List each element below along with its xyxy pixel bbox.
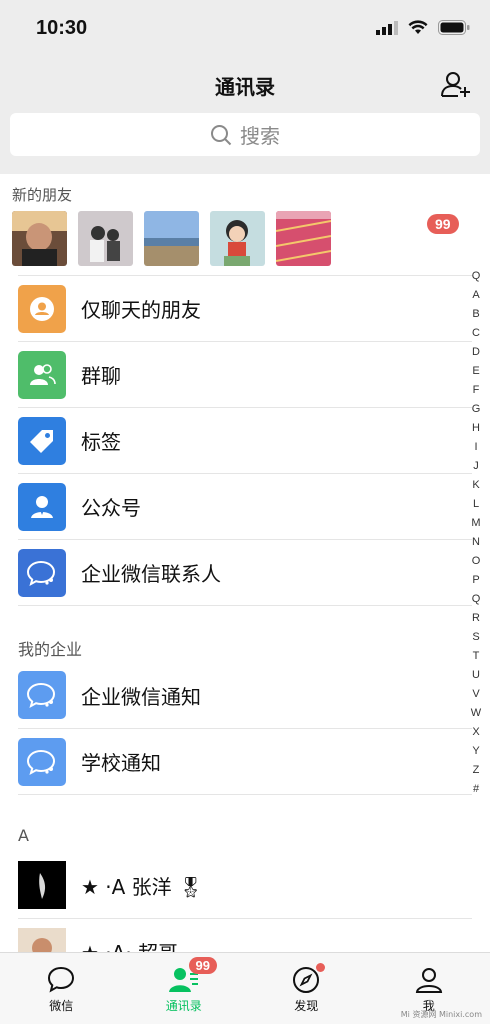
wifi-icon	[408, 20, 428, 34]
contact-row[interactable]: ★ ·A· 超哥	[18, 918, 472, 952]
person-icon	[415, 968, 442, 993]
search-icon	[211, 124, 232, 145]
index-letter[interactable]: X	[472, 723, 479, 742]
official-account-icon	[18, 482, 66, 531]
tab-label: 发现	[294, 999, 319, 1013]
index-letter[interactable]: L	[473, 495, 479, 514]
avatar	[18, 927, 66, 952]
index-letter[interactable]: W	[471, 704, 481, 723]
index-letter[interactable]: B	[472, 305, 479, 324]
search-placeholder: 搜索	[240, 124, 280, 148]
index-letter[interactable]: E	[472, 362, 479, 381]
index-letter[interactable]: O	[472, 552, 481, 571]
menu-group-chats[interactable]: 群聊	[18, 341, 472, 407]
menu-label: 企业微信通知	[81, 684, 201, 709]
index-letter[interactable]: C	[472, 324, 480, 343]
divider	[18, 794, 472, 795]
index-letter[interactable]: F	[473, 381, 480, 400]
new-friends-avatars[interactable]	[12, 211, 331, 266]
menu-label: 仅聊天的朋友	[81, 298, 201, 322]
index-letter[interactable]: Q	[472, 590, 481, 609]
avatar[interactable]	[78, 211, 133, 266]
group-chat-icon	[18, 350, 66, 399]
tab-chats[interactable]: 微信	[0, 953, 123, 1024]
menu-official-accounts[interactable]: 公众号	[18, 473, 472, 539]
index-letter[interactable]: H	[472, 419, 480, 438]
my-enterprise-label: 我的企业	[18, 640, 83, 659]
menu-label: 群聊	[81, 364, 121, 388]
tag-icon	[18, 416, 66, 465]
divider	[18, 605, 472, 606]
index-letter[interactable]: P	[472, 571, 479, 590]
index-letter[interactable]: V	[472, 685, 479, 704]
school-notification-icon	[18, 737, 66, 786]
index-letter[interactable]: Z	[473, 761, 480, 780]
avatar	[18, 861, 66, 909]
menu-label: 标签	[81, 430, 121, 454]
chat-only-friends-icon	[18, 284, 66, 333]
discover-unread-dot	[316, 963, 325, 972]
page-title: 通讯录	[215, 75, 275, 99]
status-icons	[376, 20, 470, 35]
add-friend-icon[interactable]	[440, 68, 472, 100]
status-time: 10:30	[36, 17, 88, 39]
avatar[interactable]	[276, 211, 331, 266]
tab-contacts[interactable]: 通讯录 99	[123, 953, 246, 1024]
menu-label: 学校通知	[81, 751, 161, 775]
contact-name: ★ ·A· 超哥	[81, 937, 178, 952]
new-friends-label: 新的朋友	[12, 186, 73, 204]
index-letter[interactable]: K	[472, 476, 479, 495]
battery-icon	[438, 20, 470, 35]
menu-wecom-notifications[interactable]: 企业微信通知	[18, 662, 472, 728]
index-letter[interactable]: I	[474, 438, 477, 457]
index-letter[interactable]: N	[472, 533, 480, 552]
alphabet-index[interactable]: Q A B C D E F G H I J K L M N O P Q R S T U V W X Y Z #	[468, 267, 484, 799]
menu-school-notifications[interactable]: 学校通知	[18, 728, 472, 794]
new-friends-badge: 99	[427, 214, 459, 234]
index-letter[interactable]: S	[472, 628, 479, 647]
avatar[interactable]	[144, 211, 199, 266]
index-letter[interactable]: R	[472, 609, 480, 628]
index-letter[interactable]: A	[472, 286, 479, 305]
contacts-list[interactable]: 新的朋友 99 仅聊天的朋友 群聊 标签 公众号 企业微信联系人 我的企业 企业…	[0, 174, 490, 952]
avatar[interactable]	[210, 211, 265, 266]
avatar[interactable]	[12, 211, 67, 266]
menu-label: 公众号	[81, 496, 141, 520]
index-letter[interactable]: Q	[472, 267, 481, 286]
index-letter[interactable]: J	[473, 457, 479, 476]
tab-label: 通讯录	[165, 999, 202, 1013]
index-letter[interactable]: D	[472, 343, 480, 362]
menu-chat-only-friends[interactable]: 仅聊天的朋友	[18, 275, 472, 341]
index-letter[interactable]: Y	[472, 742, 479, 761]
wecom-notification-icon	[18, 671, 66, 719]
contacts-tab-badge: 99	[188, 957, 217, 974]
contact-row[interactable]: ★ ·A 张洋 🎖	[18, 852, 472, 918]
contact-group-letter: A	[18, 826, 29, 845]
menu-enterprise-contacts[interactable]: 企业微信联系人	[18, 539, 472, 605]
index-letter[interactable]: M	[471, 514, 480, 533]
signal-icon	[376, 20, 398, 35]
search-input[interactable]: 搜索	[10, 113, 480, 156]
watermark: Mi 资源网 Minixi.com	[400, 1010, 482, 1019]
tab-discover[interactable]: 发现	[245, 953, 368, 1024]
tab-bar: 微信 通讯录 99 发现 我 Mi 资源网 Minixi.com	[0, 952, 490, 1024]
tab-label: 微信	[49, 999, 74, 1013]
menu-label: 企业微信联系人	[81, 562, 221, 586]
index-letter[interactable]: U	[472, 666, 480, 685]
menu-tags[interactable]: 标签	[18, 407, 472, 473]
index-letter[interactable]: G	[472, 400, 481, 419]
nav-bar: 通讯录	[0, 58, 490, 110]
index-letter[interactable]: T	[473, 647, 480, 666]
status-bar: 10:30	[0, 0, 490, 58]
chat-bubble-icon	[48, 966, 75, 993]
contact-name: ★ ·A 张洋 🎖	[81, 874, 204, 899]
wecom-contacts-icon	[18, 548, 66, 597]
index-letter[interactable]: #	[473, 780, 479, 799]
